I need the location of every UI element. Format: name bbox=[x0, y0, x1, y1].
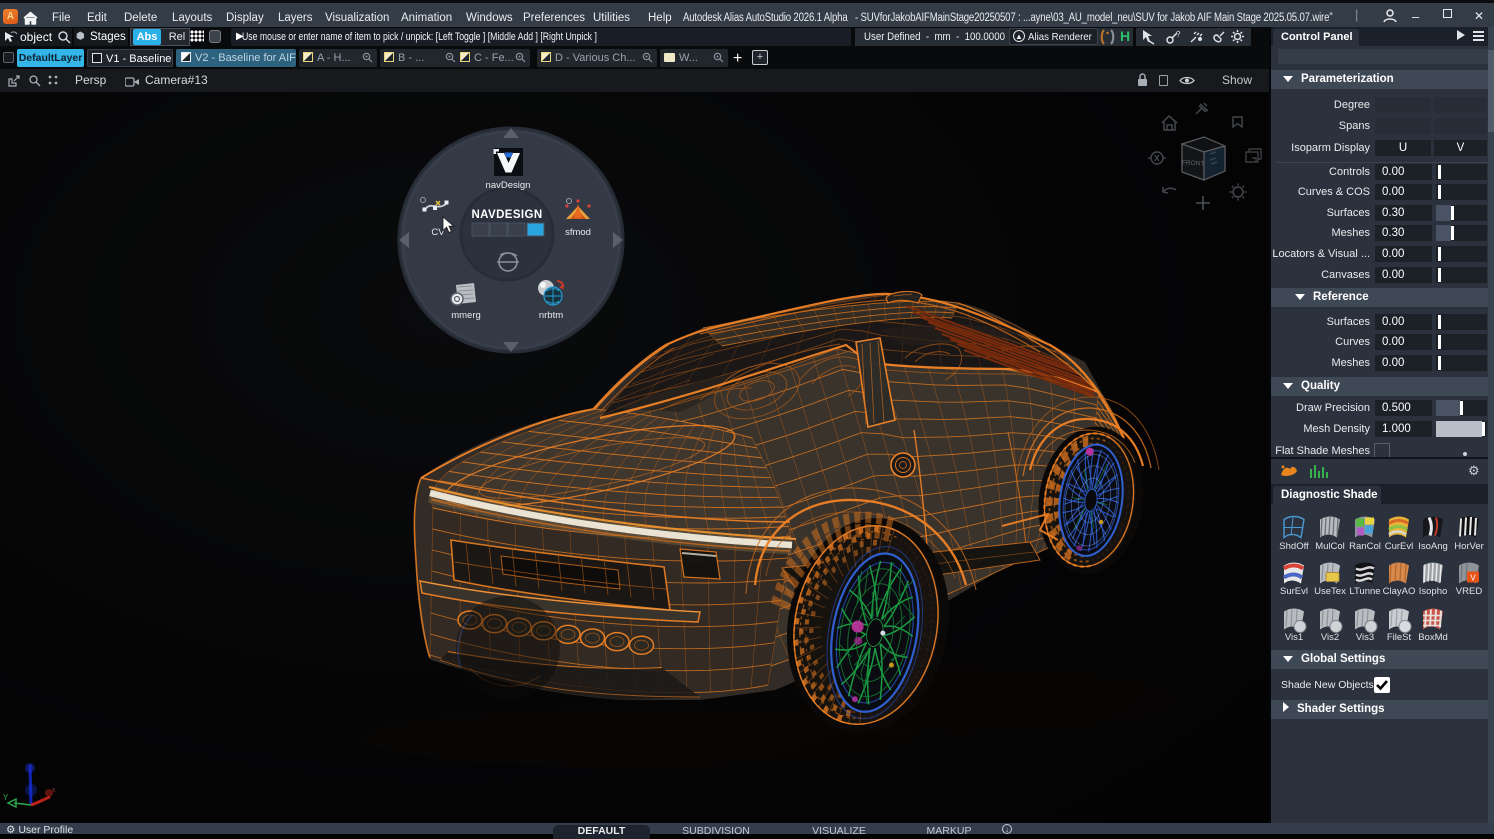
svg-text:?: ? bbox=[1176, 30, 1181, 39]
svg-text:nrbtm: nrbtm bbox=[539, 310, 563, 321]
svg-text:sfmod: sfmod bbox=[565, 227, 591, 238]
svg-text:mmerg: mmerg bbox=[451, 310, 481, 321]
svg-text:navDesign: navDesign bbox=[486, 180, 531, 191]
svg-text:x: x bbox=[52, 787, 56, 794]
svg-text:NAVDESIGN: NAVDESIGN bbox=[471, 209, 542, 221]
svg-text:V: V bbox=[1470, 574, 1476, 583]
svg-text:FRONT: FRONT bbox=[1182, 159, 1205, 167]
svg-text:Y: Y bbox=[3, 793, 9, 802]
